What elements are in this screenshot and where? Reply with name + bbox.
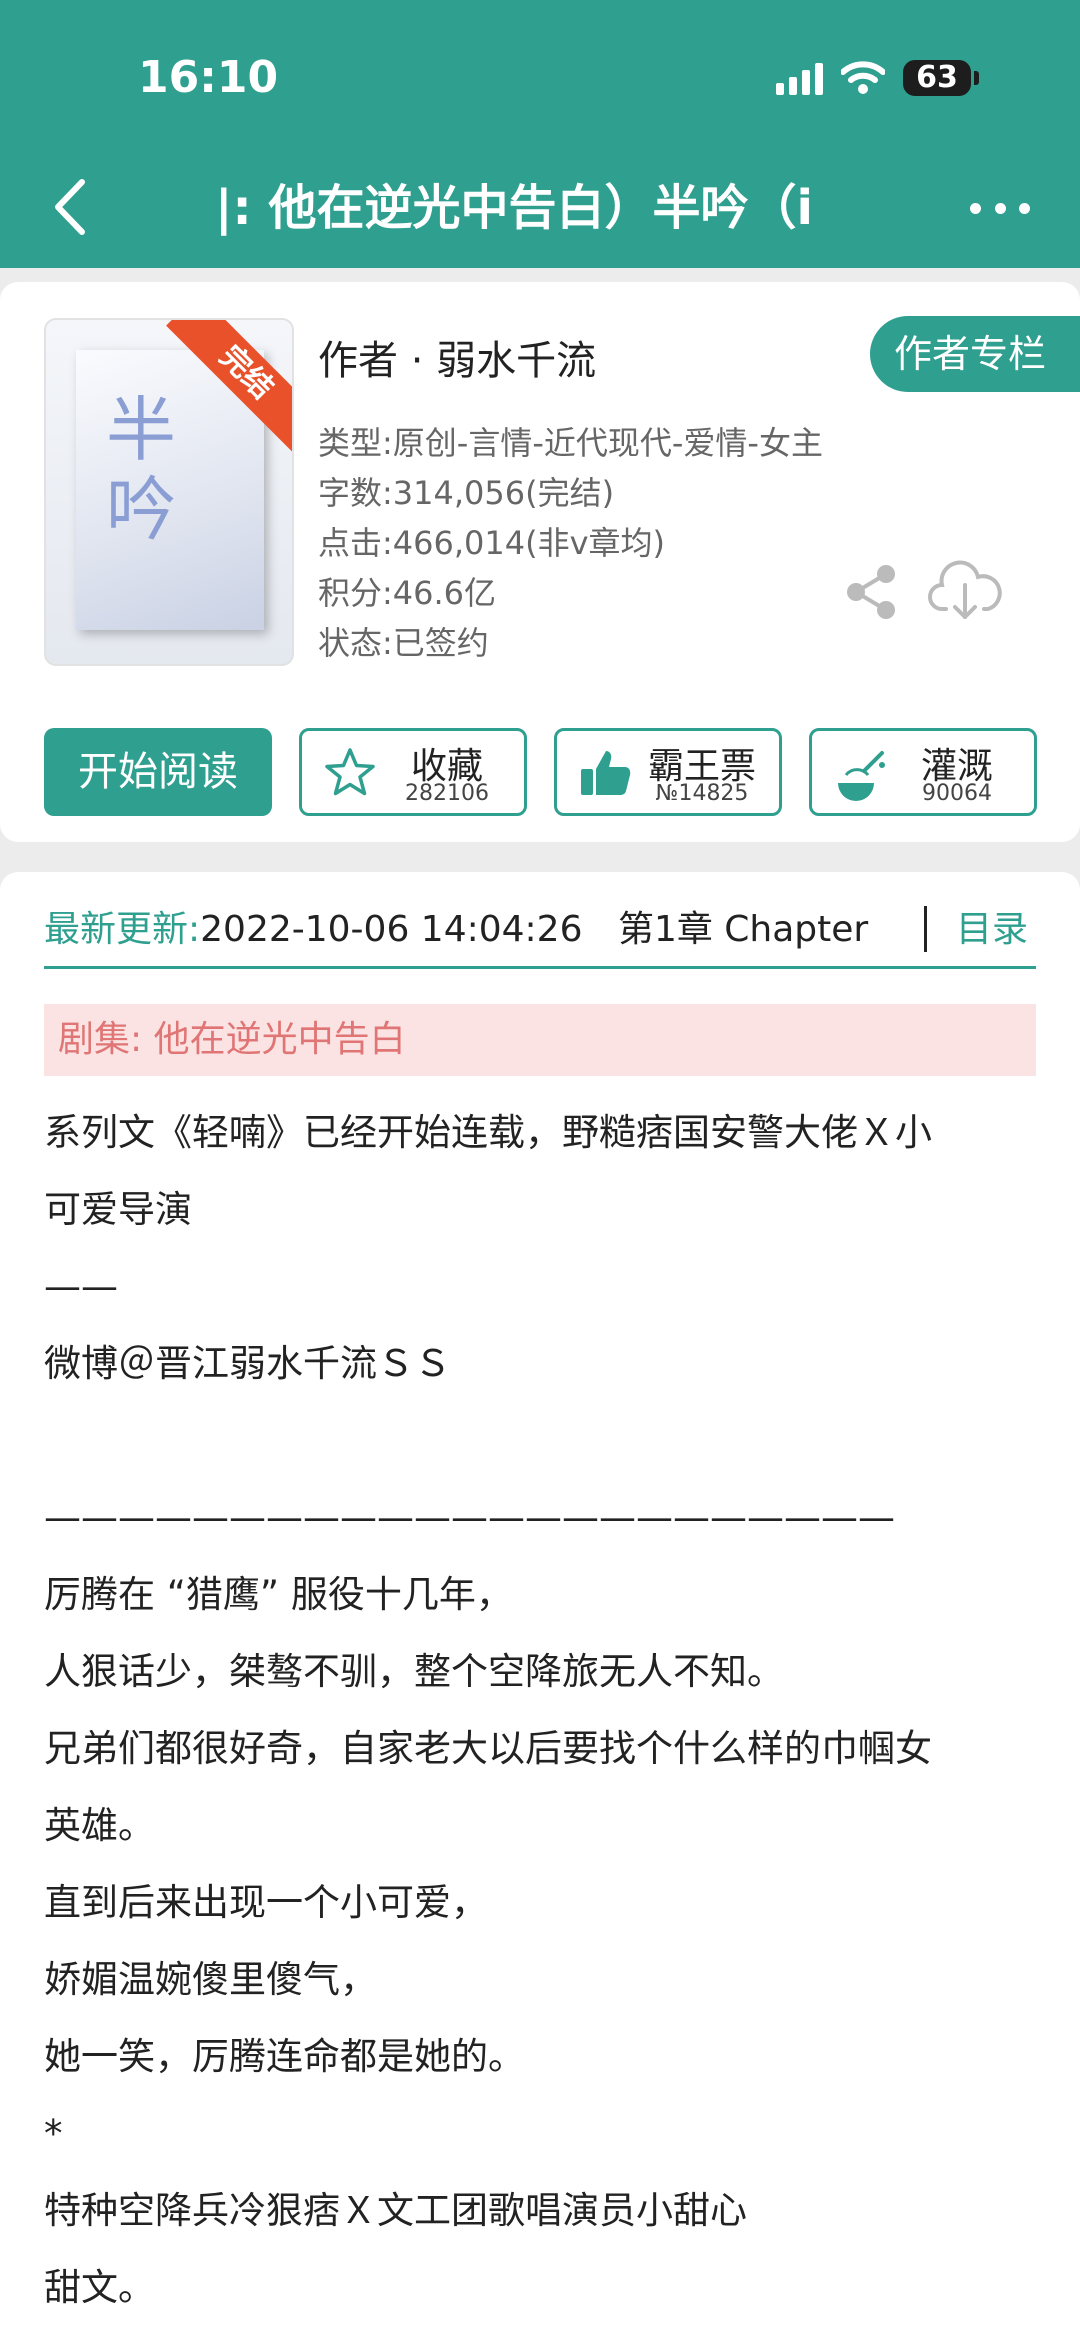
water-button[interactable]: 灌溉 90064 <box>809 728 1037 816</box>
latest-update-datetime: 2022-10-06 14:04:26 <box>200 909 583 950</box>
intro-line: 甜文。 <box>44 2266 155 2309</box>
latest-update-label: 最新更新: <box>44 909 201 950</box>
favorite-count: 282106 <box>405 781 489 806</box>
intro-line: 她一笑，厉腾连命都是她的。 <box>44 2035 525 2078</box>
vote-count: №14825 <box>655 781 749 806</box>
intro-line: ——————————————————————— <box>44 1496 895 1539</box>
meta-word-count: 字数:314,056(完结) <box>318 474 615 512</box>
cover-title: 半吟 <box>106 389 176 551</box>
intro-line: 微博＠晋江弱水千流ＳＳ <box>44 1342 451 1385</box>
latest-chapter: 第1章 Chapter <box>617 909 869 950</box>
intro-line: 直到后来出现一个小可爱， <box>44 1881 488 1924</box>
intro-line: 娇媚温婉傻里傻气， <box>44 1958 377 2001</box>
table-of-contents-button[interactable]: 目录 <box>956 900 1028 952</box>
app-header: 16:10 63 |: 他在逆光中告白）半吟（i <box>0 0 1080 268</box>
download-icon[interactable] <box>928 557 1002 623</box>
book-intro: 系列文《轻喃》已经开始连载，野糙痞国安警大佬Ｘ小 可爱导演 —— 微博＠晋江弱水… <box>44 1094 1044 2326</box>
signal-icon <box>776 61 823 95</box>
meta-status: 状态:已签约 <box>318 624 489 662</box>
intro-line <box>44 1402 1044 1479</box>
book-details-card: 最新更新:2022-10-06 14:04:26 第1章 Chapter 目录 … <box>0 872 1080 2352</box>
series-label[interactable]: 剧集: 他在逆光中告白 <box>44 1004 1036 1076</box>
star-icon <box>325 748 375 796</box>
intro-line: 系列文《轻喃》已经开始连载，野糙痞国安警大佬Ｘ小 <box>44 1111 932 1154</box>
divider <box>924 906 927 952</box>
author-column-button[interactable]: 作者专栏 <box>870 316 1080 392</box>
intro-line: —— <box>44 1265 118 1308</box>
watering-can-icon <box>838 751 885 801</box>
intro-line: 人狠话少，桀骜不驯，整个空降旅无人不知。 <box>44 1650 784 1693</box>
back-icon[interactable] <box>40 172 110 242</box>
intro-line: 可爱导演 <box>44 1188 192 1231</box>
page-title: |: 他在逆光中告白）半吟（i <box>215 180 813 236</box>
intro-line: 兄弟们都很好奇，自家老大以后要找个什么样的巾帼女 <box>44 1727 932 1770</box>
status-time: 16:10 <box>138 52 279 103</box>
intro-line: 特种空降兵冷狠痞Ｘ文工团歌唱演员小甜心 <box>44 2189 747 2232</box>
vote-button[interactable]: 霸王票 №14825 <box>554 728 782 816</box>
share-icon[interactable] <box>842 562 902 622</box>
battery-icon: 63 <box>903 60 979 96</box>
author-name[interactable]: 作者 · 弱水千流 <box>318 328 596 386</box>
book-info-card: 半吟 完结 作者 · 弱水千流 作者专栏 类型:原创-言情-近代现代-爱情-女主… <box>0 282 1080 842</box>
more-options-icon[interactable] <box>970 190 1030 226</box>
meta-clicks: 点击:466,014(非v章均) <box>318 524 666 562</box>
meta-genre: 类型:原创-言情-近代现代-爱情-女主 <box>318 424 823 462</box>
intro-line: * <box>44 2112 63 2155</box>
intro-line: 英雄。 <box>44 1804 155 1847</box>
book-cover[interactable]: 半吟 完结 <box>44 318 294 666</box>
latest-update-row[interactable]: 最新更新:2022-10-06 14:04:26 第1章 Chapter 目录 <box>44 900 1036 969</box>
status-icons: 63 <box>776 52 979 104</box>
start-reading-button[interactable]: 开始阅读 <box>44 728 272 816</box>
wifi-icon <box>841 61 885 94</box>
thumbs-up-icon <box>581 751 631 795</box>
meta-score: 积分:46.6亿 <box>318 574 497 612</box>
intro-line: 厉腾在 “猎鹰” 服役十几年， <box>44 1573 513 1616</box>
water-count: 90064 <box>922 781 992 806</box>
favorite-button[interactable]: 收藏 282106 <box>299 728 527 816</box>
